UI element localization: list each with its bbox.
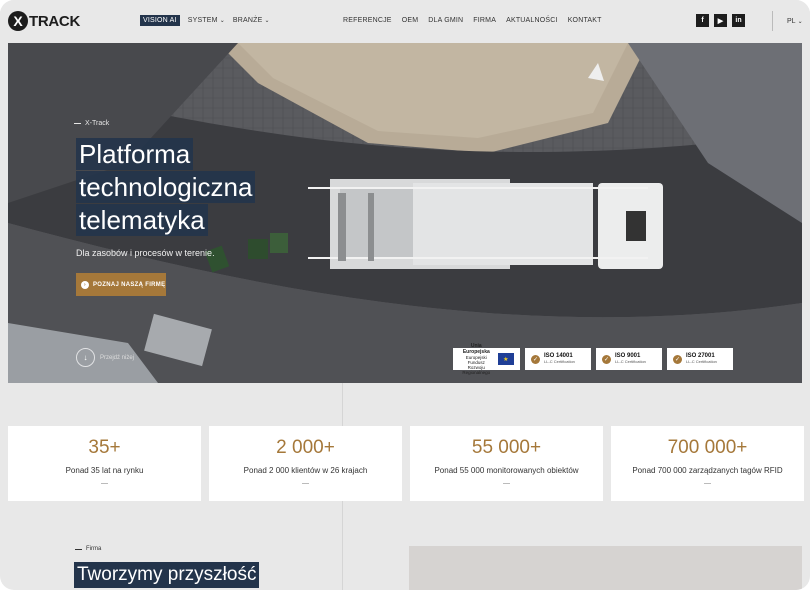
stat-value: 2 000+ <box>276 437 335 458</box>
hero-subline: Dla zasobów i procesów w terenie. <box>76 248 215 258</box>
eu-flag-icon: ★ <box>497 353 514 365</box>
iso-27001-badge: ✓ ISO 27001 LL-C Certification <box>667 348 733 370</box>
nav-dla-gmin[interactable]: DLA GMIN <box>428 17 463 24</box>
eu-fund-title: Unia Europejska <box>462 343 490 355</box>
iso-9001-badge: ✓ ISO 9001 LL-C Certification <box>596 348 662 370</box>
facebook-icon[interactable]: f <box>696 14 709 27</box>
stat-label: Ponad 55 000 monitorowanych obiektów <box>434 466 579 475</box>
stat-divider <box>704 483 711 484</box>
certification-badges: Unia Europejska Europejski Fundusz Rozwo… <box>453 344 733 375</box>
truck-illustration <box>308 179 663 269</box>
stat-value: 700 000+ <box>667 437 748 458</box>
arrow-down-icon: ↓ <box>76 348 95 367</box>
iso-14001-badge: ✓ ISO 14001 LL-C Certification <box>525 348 591 370</box>
check-icon: ✓ <box>673 354 682 364</box>
stats-row: 35+ Ponad 35 lat na rynku 2 000+ Ponad 2… <box>8 426 804 501</box>
browser-frame: X TRACK VISION AI SYSTEM ⌄ BRANŻE ⌄ REFE… <box>0 0 810 590</box>
secondary-nav: REFERENCJE OEM DLA GMIN FIRMA AKTUALNOŚC… <box>343 17 602 24</box>
nav-branze-label: BRANŻE <box>232 17 263 24</box>
nav-vision-ai-label: VISION AI <box>143 17 177 24</box>
stat-divider <box>503 483 510 484</box>
hero-headline: Platforma technologiczna telematyka <box>76 138 256 237</box>
hero-headline-line: Platforma <box>76 138 194 170</box>
nav-referencje[interactable]: REFERENCJE <box>343 17 392 24</box>
eu-fund-line1: Europejski Fundusz <box>465 355 487 365</box>
nav-aktualnosci[interactable]: AKTUALNOŚCI <box>506 17 558 24</box>
stat-label: Ponad 35 lat na rynku <box>65 466 144 475</box>
check-icon: ✓ <box>531 354 540 364</box>
hero-section: X-Track Platforma technologiczna telemat… <box>8 43 802 383</box>
site-header: X TRACK VISION AI SYSTEM ⌄ BRANŻE ⌄ REFE… <box>0 0 810 43</box>
stat-card: 700 000+ Ponad 700 000 zarządzanych tagó… <box>611 426 804 501</box>
stat-value: 55 000+ <box>471 437 542 458</box>
poznaj-firme-button[interactable]: › POZNAJ NASZĄ FIRMĘ <box>76 273 166 296</box>
iso-sub: LL-C Certification <box>686 359 717 364</box>
stat-value: 35+ <box>88 437 121 458</box>
scroll-down-label: Przejdź niżej <box>100 354 135 361</box>
hero-eyebrow-text: X-Track <box>85 120 110 127</box>
eu-fund-line2: Rozwoju Regionalnego <box>462 365 491 375</box>
nav-firma[interactable]: FIRMA <box>473 17 496 24</box>
iso-sub: LL-C Certification <box>615 359 646 364</box>
nav-system[interactable]: SYSTEM ⌄ <box>188 17 225 24</box>
hero-eyebrow: X-Track <box>74 120 109 127</box>
check-icon: ✓ <box>602 354 611 364</box>
firma-title: Tworzymy przyszłość <box>74 562 260 588</box>
chevron-down-icon: ⌄ <box>797 18 803 25</box>
language-label: PL <box>787 17 796 25</box>
iso-sub: LL-C Certification <box>544 359 575 364</box>
stat-card: 2 000+ Ponad 2 000 klientów w 26 krajach <box>209 426 402 501</box>
arrow-right-icon: › <box>81 280 89 289</box>
logo-text: TRACK <box>29 12 80 30</box>
stat-divider <box>302 483 309 484</box>
chevron-down-icon: ⌄ <box>264 18 270 24</box>
poznaj-firme-label: POZNAJ NASZĄ FIRMĘ <box>93 281 166 288</box>
stat-label: Ponad 700 000 zarządzanych tagów RFID <box>632 466 783 475</box>
language-switcher[interactable]: PL ⌄ <box>772 11 803 31</box>
logo-mark: X <box>8 11 28 31</box>
logo[interactable]: X TRACK <box>8 11 80 31</box>
dash-icon <box>74 123 81 124</box>
stat-label: Ponad 2 000 klientów w 26 krajach <box>243 466 368 475</box>
primary-nav: VISION AI SYSTEM ⌄ BRANŻE ⌄ <box>140 15 270 26</box>
nav-branze[interactable]: BRANŻE ⌄ <box>233 17 270 24</box>
stat-divider <box>101 483 108 484</box>
nav-vision-ai[interactable]: VISION AI <box>140 15 180 26</box>
youtube-icon[interactable]: ▶ <box>714 14 727 27</box>
firma-eyebrow: Firma <box>75 546 101 552</box>
nav-kontakt[interactable]: KONTAKT <box>568 17 602 24</box>
hero-headline-line: technologiczna <box>76 171 256 203</box>
firma-eyebrow-text: Firma <box>86 546 102 552</box>
firma-image-panel <box>409 546 802 590</box>
nav-oem[interactable]: OEM <box>402 17 419 24</box>
nav-system-label: SYSTEM <box>187 17 218 24</box>
chevron-down-icon: ⌄ <box>219 18 225 24</box>
scroll-down[interactable]: ↓ Przejdź niżej <box>76 348 134 367</box>
eu-fund-text: Unia Europejska Europejski Fundusz Rozwo… <box>459 343 494 376</box>
eu-fund-badge: Unia Europejska Europejski Fundusz Rozwo… <box>453 344 520 375</box>
stat-card: 35+ Ponad 35 lat na rynku <box>8 426 201 501</box>
social-links: f ▶ in <box>696 14 745 27</box>
dash-icon <box>75 548 82 550</box>
linkedin-icon[interactable]: in <box>732 14 745 27</box>
stat-card: 55 000+ Ponad 55 000 monitorowanych obie… <box>410 426 603 501</box>
hero-headline-line: telematyka <box>76 204 208 236</box>
